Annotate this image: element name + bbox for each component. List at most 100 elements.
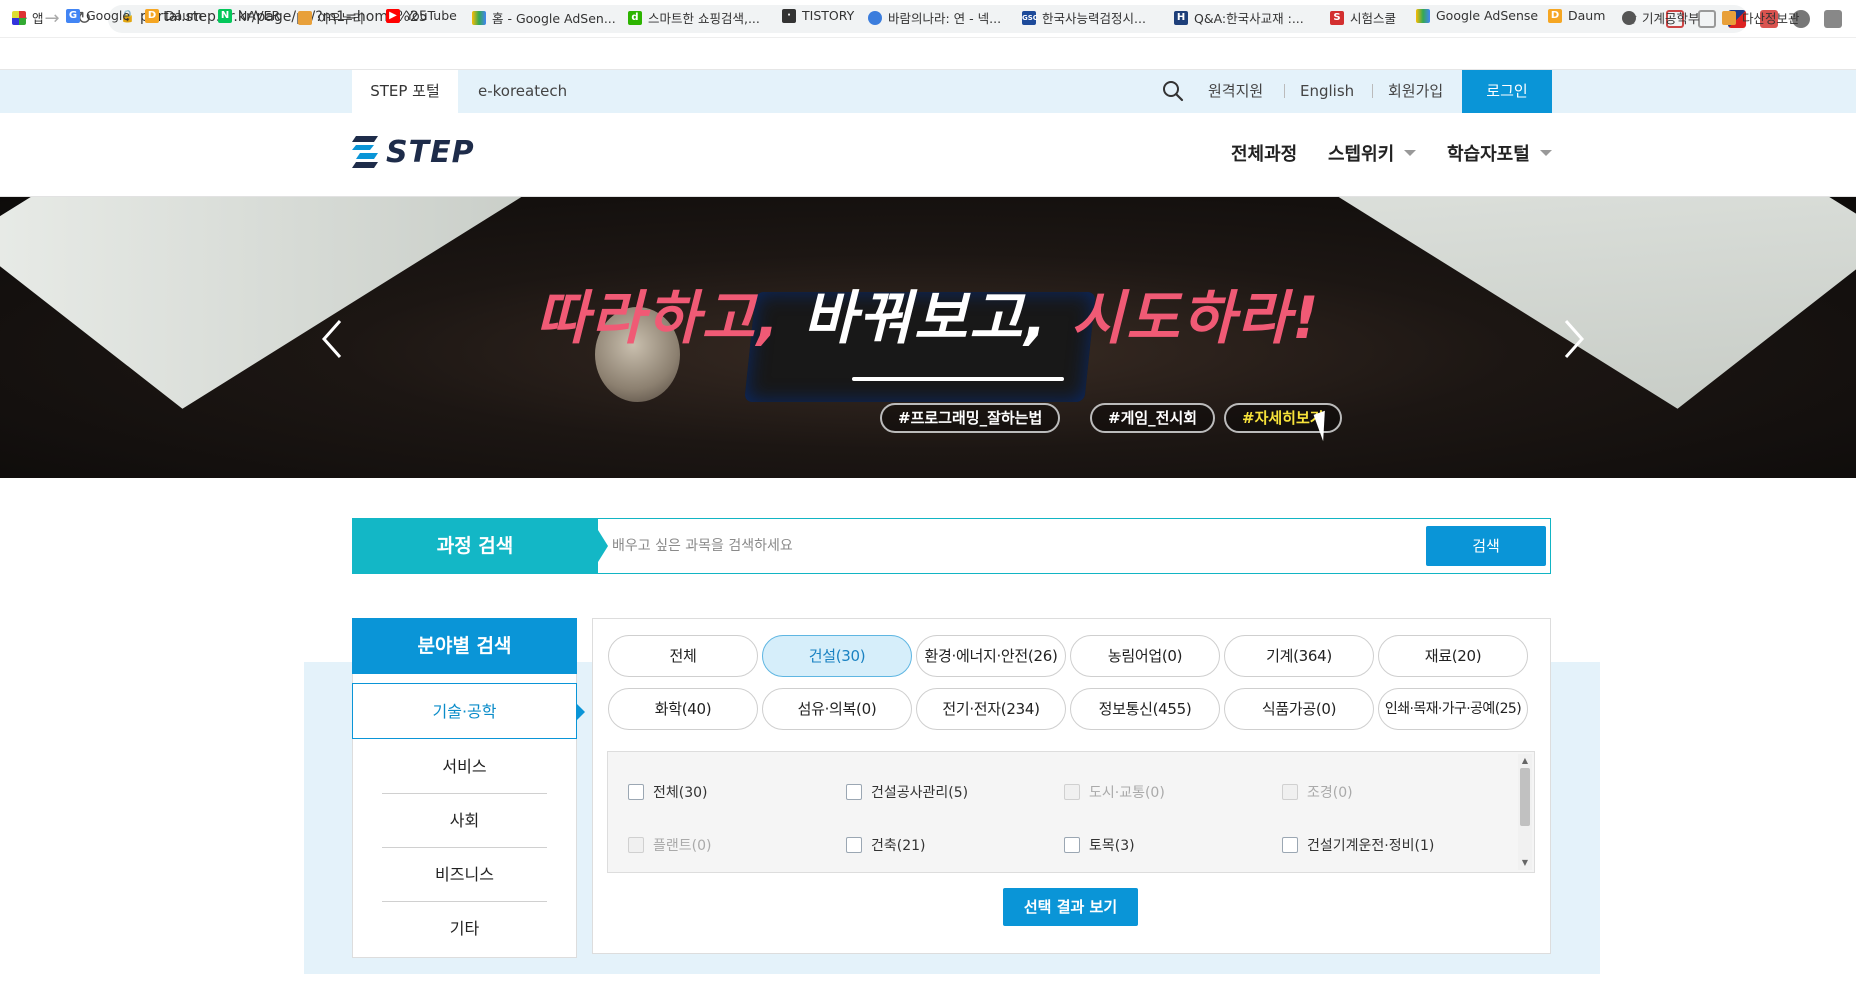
step-logo[interactable]: STEP [352, 134, 475, 170]
tab-e-koreatech[interactable]: e-koreatech [478, 70, 567, 113]
field-pill-agriculture[interactable]: 농림어업(0) [1070, 635, 1220, 677]
divider [1284, 84, 1285, 98]
login-button[interactable]: 로그인 [1462, 70, 1552, 113]
nav-all-courses[interactable]: 전체과정 [1231, 140, 1297, 166]
course-search-input[interactable] [612, 526, 1412, 566]
bookmark-qna[interactable]: H Q&A:한국사교재 :... [1174, 8, 1304, 27]
adsense-icon [1416, 8, 1430, 23]
bookmark-aunuri[interactable]: 아우누리 [298, 8, 364, 27]
course-search-label: 과정 검색 [352, 518, 598, 574]
bookmark-history-exam[interactable]: GSC 한국사능력검정시... [1022, 8, 1146, 27]
scroll-down-icon[interactable]: ▼ [1520, 858, 1530, 868]
field-pill-all[interactable]: 전체 [608, 635, 758, 677]
youtube-icon: ▶ [386, 8, 400, 23]
bookmark-tistory[interactable]: · TISTORY [782, 8, 854, 23]
checkbox[interactable] [1064, 837, 1080, 853]
h-icon: H [1174, 10, 1188, 25]
extension-icon[interactable] [1698, 10, 1716, 28]
site-topbar [0, 70, 1856, 113]
field-pill-environment-energy-safety[interactable]: 환경·에너지·안전(26) [916, 635, 1066, 677]
daum-icon: D [1548, 8, 1562, 23]
bookmark-baram[interactable]: 바람의나라: 연 - 넥... [868, 8, 1001, 27]
s-icon: S [1330, 10, 1344, 25]
google-icon: G [66, 8, 80, 23]
bookmark-daum[interactable]: D Daum [145, 8, 202, 23]
bookmark-google[interactable]: G Google [66, 8, 130, 23]
bookmark-apps[interactable]: 앱 [12, 8, 44, 27]
chevron-right-icon[interactable] [1560, 317, 1588, 361]
forward-icon[interactable]: → [40, 7, 64, 31]
chat-icon [868, 10, 882, 25]
bookmark-adsense-home[interactable]: 홈 - Google AdSen... [472, 8, 616, 27]
shopping-icon: d [628, 10, 642, 25]
bookmark-youtube[interactable]: ▶ YouTube [386, 8, 457, 23]
scrollbar-thumb[interactable] [1520, 768, 1530, 826]
chevron-left-icon[interactable] [318, 317, 346, 361]
category-business[interactable]: 비즈니스 [382, 848, 547, 902]
category-tech-engineering[interactable]: 기술·공학 [352, 683, 577, 739]
banner-tag-programming[interactable]: #프로그래밍_잘하는법 [880, 403, 1061, 433]
subfield-all[interactable]: 전체(30) [628, 782, 708, 802]
bookmark-mech-eng[interactable]: 기계공학부 [1622, 8, 1700, 27]
remote-support-link[interactable]: 원격지원 [1208, 70, 1263, 113]
active-category-arrow [577, 704, 585, 720]
subfield-construction-management[interactable]: 건설공사관리(5) [846, 782, 968, 802]
english-link[interactable]: English [1300, 70, 1354, 113]
subfield-plant: 플랜트(0) [628, 835, 711, 855]
course-search-button[interactable]: 검색 [1426, 526, 1546, 566]
subfield-landscape: 조경(0) [1282, 782, 1353, 802]
apps-grid-icon [12, 10, 26, 25]
banner-tag-game-exhibition[interactable]: #게임_전시회 [1090, 403, 1216, 433]
field-pill-electrical[interactable]: 전기·전자(234) [916, 688, 1066, 730]
subfield-architecture[interactable]: 건축(21) [846, 835, 926, 855]
nav-learner-portal[interactable]: 학습자포털 [1447, 140, 1552, 166]
checkbox[interactable] [1282, 837, 1298, 853]
slogan-underline [852, 377, 1064, 381]
chevron-down-icon [1539, 150, 1552, 156]
search-icon[interactable] [1162, 80, 1184, 102]
field-pill-materials[interactable]: 재료(20) [1378, 635, 1528, 677]
field-pill-textile[interactable]: 섬유·의복(0) [762, 688, 912, 730]
bookmark-exam-school[interactable]: S 시험스쿨 [1330, 8, 1396, 27]
profile-icon[interactable] [1824, 10, 1842, 28]
field-pill-printing-wood-craft[interactable]: 인쇄·목재·가구·공예(25) [1378, 688, 1528, 730]
bookmark-shopping[interactable]: d 스마트한 쇼핑검색,... [628, 8, 760, 27]
category-society[interactable]: 사회 [382, 794, 547, 848]
field-pill-construction[interactable]: 건설(30) [762, 635, 912, 677]
signup-link[interactable]: 회원가입 [1388, 70, 1443, 113]
adsense-icon [472, 10, 486, 25]
tab-step-portal[interactable]: STEP 포털 [352, 70, 458, 113]
bookmark-adsense[interactable]: Google AdSense [1416, 8, 1538, 23]
nav-step-wiki[interactable]: 스텝위키 [1328, 140, 1417, 166]
globe-icon [1622, 10, 1636, 25]
bookmark-dasan[interactable]: 다산정보관 [1722, 8, 1800, 27]
field-search-title: 분야별 검색 [352, 618, 577, 674]
shield-icon [1722, 10, 1736, 25]
subfield-construction-machinery[interactable]: 건설기계운전·정비(1) [1282, 835, 1434, 855]
field-pill-machinery[interactable]: 기계(364) [1224, 635, 1374, 677]
subfield-urban-transport: 도시·교통(0) [1064, 782, 1165, 802]
category-etc[interactable]: 기타 [382, 902, 547, 956]
hero-banner[interactable]: 따라하고, 바꿔보고, 시도하라! #프로그래밍_잘하는법 #게임_전시회 #자… [0, 197, 1856, 478]
daum-icon: D [145, 8, 159, 23]
category-service[interactable]: 서비스 [382, 740, 547, 794]
checkbox [1282, 784, 1298, 800]
checkbox[interactable] [628, 784, 644, 800]
checkbox[interactable] [846, 837, 862, 853]
tistory-icon: · [782, 8, 796, 23]
bookmark-daum-2[interactable]: D Daum [1548, 8, 1605, 23]
step-logo-icon [352, 136, 378, 168]
divider [1372, 84, 1373, 98]
bookmark-naver[interactable]: N NAVER [218, 8, 280, 23]
checkbox [628, 837, 644, 853]
gsc-icon: GSC [1022, 10, 1038, 25]
field-pill-food[interactable]: 식품가공(0) [1224, 688, 1374, 730]
subfield-civil-engineering[interactable]: 토목(3) [1064, 835, 1135, 855]
field-pill-chemistry[interactable]: 화학(40) [608, 688, 758, 730]
checkbox[interactable] [846, 784, 862, 800]
bookmarks-bar [0, 38, 1856, 70]
checkbox [1064, 784, 1080, 800]
scroll-up-icon[interactable]: ▲ [1520, 756, 1530, 766]
show-results-button[interactable]: 선택 결과 보기 [1003, 888, 1138, 926]
field-pill-ict[interactable]: 정보통신(455) [1070, 688, 1220, 730]
